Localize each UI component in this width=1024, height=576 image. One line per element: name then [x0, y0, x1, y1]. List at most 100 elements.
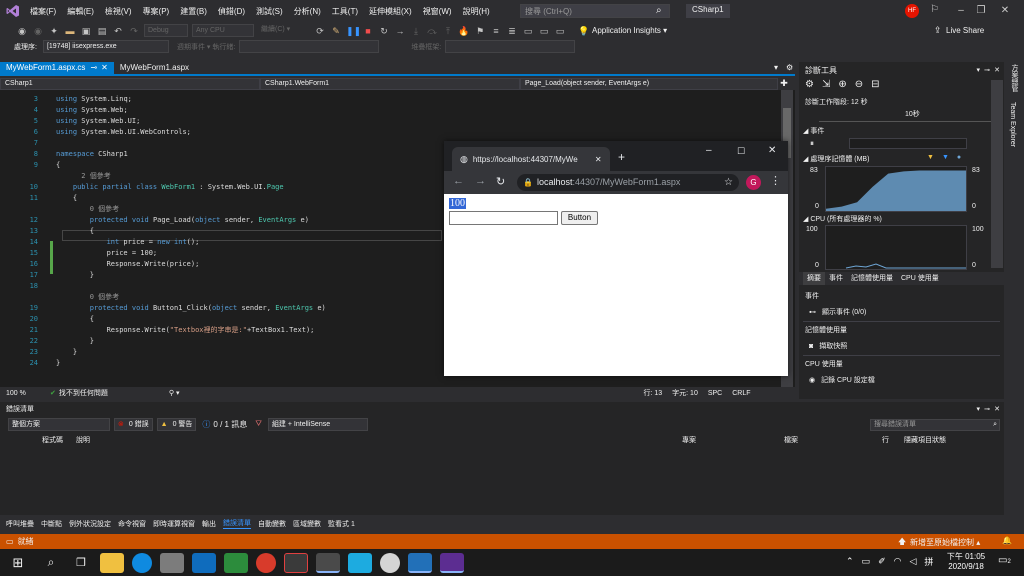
volume-icon[interactable]: ◁: [909, 556, 916, 567]
action-center-icon[interactable]: ▭2: [998, 555, 1011, 566]
menu-item[interactable]: 測試(S): [256, 6, 283, 17]
lock-icon[interactable]: 🔒: [523, 174, 533, 191]
keyboard-icon[interactable]: 拼: [924, 555, 933, 568]
messages-filter-button[interactable]: ⓘ 0 / 1 訊息: [202, 419, 247, 430]
bookmark-icon[interactable]: ⚑: [474, 25, 486, 37]
errlist-options-icon[interactable]: ▾: [976, 405, 980, 413]
clear-bookmarks-icon[interactable]: ▭: [554, 25, 566, 37]
browser-menu-icon[interactable]: ⋮: [770, 174, 781, 187]
app-icon-3[interactable]: [284, 552, 308, 573]
feedback-icon[interactable]: ⚐: [930, 4, 939, 15]
menu-item[interactable]: 編輯(E): [67, 6, 94, 17]
pen-icon[interactable]: ✐: [878, 556, 886, 567]
save-icon[interactable]: ▣: [80, 25, 92, 37]
menu-item[interactable]: 延伸模組(X): [369, 6, 412, 17]
menu-item[interactable]: 檢視(V): [105, 6, 132, 17]
diag-settings-icon[interactable]: ⚙: [805, 79, 814, 90]
tab-solution-explorer[interactable]: 方案總管: [1009, 64, 1019, 92]
bottom-tab[interactable]: 即時運算視窗: [153, 519, 195, 529]
tab-team-explorer[interactable]: Team Explorer: [1009, 102, 1016, 147]
network-icon[interactable]: ▭: [862, 556, 871, 567]
diag-tab[interactable]: CPU 使用量: [897, 272, 943, 285]
stop-icon[interactable]: ■: [362, 25, 374, 37]
taskbar-search-icon[interactable]: ⌕: [36, 555, 66, 570]
comment-icon[interactable]: ≡: [490, 25, 502, 37]
open-file-icon[interactable]: ▬: [64, 25, 76, 37]
step-over-icon[interactable]: ⤼: [426, 25, 438, 37]
restore-button[interactable]: ❐: [970, 2, 992, 20]
filter-icon[interactable]: ⛛: [255, 419, 262, 429]
menu-item[interactable]: 偵錯(D): [218, 6, 245, 17]
settings-icon[interactable]: ⚙: [786, 63, 793, 72]
bottom-tab[interactable]: 自動變數: [258, 519, 286, 529]
store-icon[interactable]: [160, 552, 184, 573]
git-branch-icon[interactable]: ⚲ ▾: [169, 389, 180, 397]
undo-icon[interactable]: ↶: [112, 25, 124, 37]
hot-reload-icon[interactable]: 🔥: [458, 25, 470, 37]
bottom-tab[interactable]: 命令視窗: [118, 519, 146, 529]
search-box[interactable]: 搜尋 (Ctrl+Q): [520, 4, 670, 18]
tab-dropdown-icon[interactable]: ▾: [774, 63, 778, 72]
windows-start-icon[interactable]: ⊞: [0, 555, 36, 571]
wifi-icon[interactable]: ◠: [894, 556, 902, 567]
zoom-out-icon[interactable]: ⊖: [855, 79, 863, 90]
member-dropdown[interactable]: Page_Load(object sender, EventArgs e): [520, 77, 778, 90]
continue-button[interactable]: 繼續(C) ▾: [258, 24, 310, 37]
build-filter-dropdown[interactable]: 組建 + IntelliSense: [267, 417, 368, 431]
app-icon-5[interactable]: [380, 552, 400, 573]
scope-dropdown[interactable]: 整個方案: [8, 417, 110, 431]
avatar[interactable]: HF: [905, 4, 919, 18]
up-arrow-icon[interactable]: 🡅: [898, 536, 906, 550]
panel-options-icon[interactable]: ▾: [976, 66, 980, 74]
task-view-icon[interactable]: ❒: [66, 556, 96, 569]
pause-events-icon[interactable]: ⏸: [810, 139, 814, 149]
panel-close-icon[interactable]: ✕: [994, 66, 1000, 74]
panel-pin-icon[interactable]: ⊸: [984, 66, 990, 74]
step-out-icon[interactable]: ⤒: [442, 25, 454, 37]
notification-bell-icon[interactable]: 🔔: [1002, 536, 1012, 545]
app-icon-6[interactable]: [408, 552, 432, 573]
col-description[interactable]: 說明: [76, 435, 90, 445]
col-project[interactable]: 專案: [682, 435, 696, 445]
chrome-icon[interactable]: [316, 552, 340, 573]
tray-chevron-icon[interactable]: ⌃: [846, 556, 854, 567]
source-control-label[interactable]: 新增至原始檔控制 ▴: [910, 537, 980, 548]
forward-nav-icon[interactable]: ◉: [32, 25, 44, 37]
diag-scrollbar[interactable]: [991, 80, 1003, 268]
project-dropdown[interactable]: CSharp1: [0, 77, 260, 90]
bottom-tab[interactable]: 呼叫堆疊: [6, 519, 34, 529]
errors-filter-button[interactable]: ⊗ 0 錯誤: [114, 417, 153, 431]
diag-tab[interactable]: 事件: [825, 272, 847, 285]
redo-icon[interactable]: ↷: [128, 25, 140, 37]
menu-item[interactable]: 專案(P): [143, 6, 170, 17]
timeline-ruler[interactable]: 10秒: [819, 108, 997, 122]
browser-link-icon[interactable]: ✎: [330, 25, 342, 37]
uncomment-icon[interactable]: ≣: [506, 25, 518, 37]
col-line[interactable]: 行: [882, 435, 889, 445]
config-dropdown[interactable]: Debug: [144, 24, 188, 37]
show-next-statement-icon[interactable]: →: [394, 25, 406, 37]
restart-icon[interactable]: ↻: [378, 25, 390, 37]
app-icon-1[interactable]: [224, 552, 248, 573]
issues-label[interactable]: 找不到任何問題: [59, 388, 169, 398]
close-button[interactable]: ✕: [994, 2, 1016, 20]
button1[interactable]: Button: [561, 211, 598, 225]
search-icon[interactable]: ⌕: [656, 5, 662, 16]
errlist-pin-icon[interactable]: ⊸: [984, 405, 990, 413]
next-bookmark-icon[interactable]: ▭: [538, 25, 550, 37]
search-errors-icon[interactable]: ⌕: [993, 420, 997, 430]
take-snapshot-button[interactable]: ◙ 擷取快照: [809, 341, 847, 351]
app-insights-label[interactable]: Application Insights ▾: [592, 26, 667, 35]
split-editor-icon[interactable]: ✚: [778, 78, 790, 89]
menu-item[interactable]: 說明(H): [463, 6, 490, 17]
textbox1-input[interactable]: [449, 211, 558, 225]
pause-icon[interactable]: ❚❚: [346, 25, 361, 37]
col-suppression[interactable]: 隱藏項目狀態: [904, 435, 946, 445]
live-share-icon[interactable]: ⇪: [934, 25, 942, 36]
visual-studio-icon[interactable]: [440, 552, 464, 573]
tab-mywebform1-cs[interactable]: MyWebForm1.aspx.cs ⊸ ✕: [0, 62, 114, 74]
zoom-level[interactable]: 100 %: [6, 390, 50, 397]
show-events-link[interactable]: ⊷ 顯示事件 (0/0): [809, 307, 866, 317]
pin-icon[interactable]: ⊸: [90, 62, 97, 74]
reset-zoom-icon[interactable]: ⊟: [871, 79, 879, 90]
